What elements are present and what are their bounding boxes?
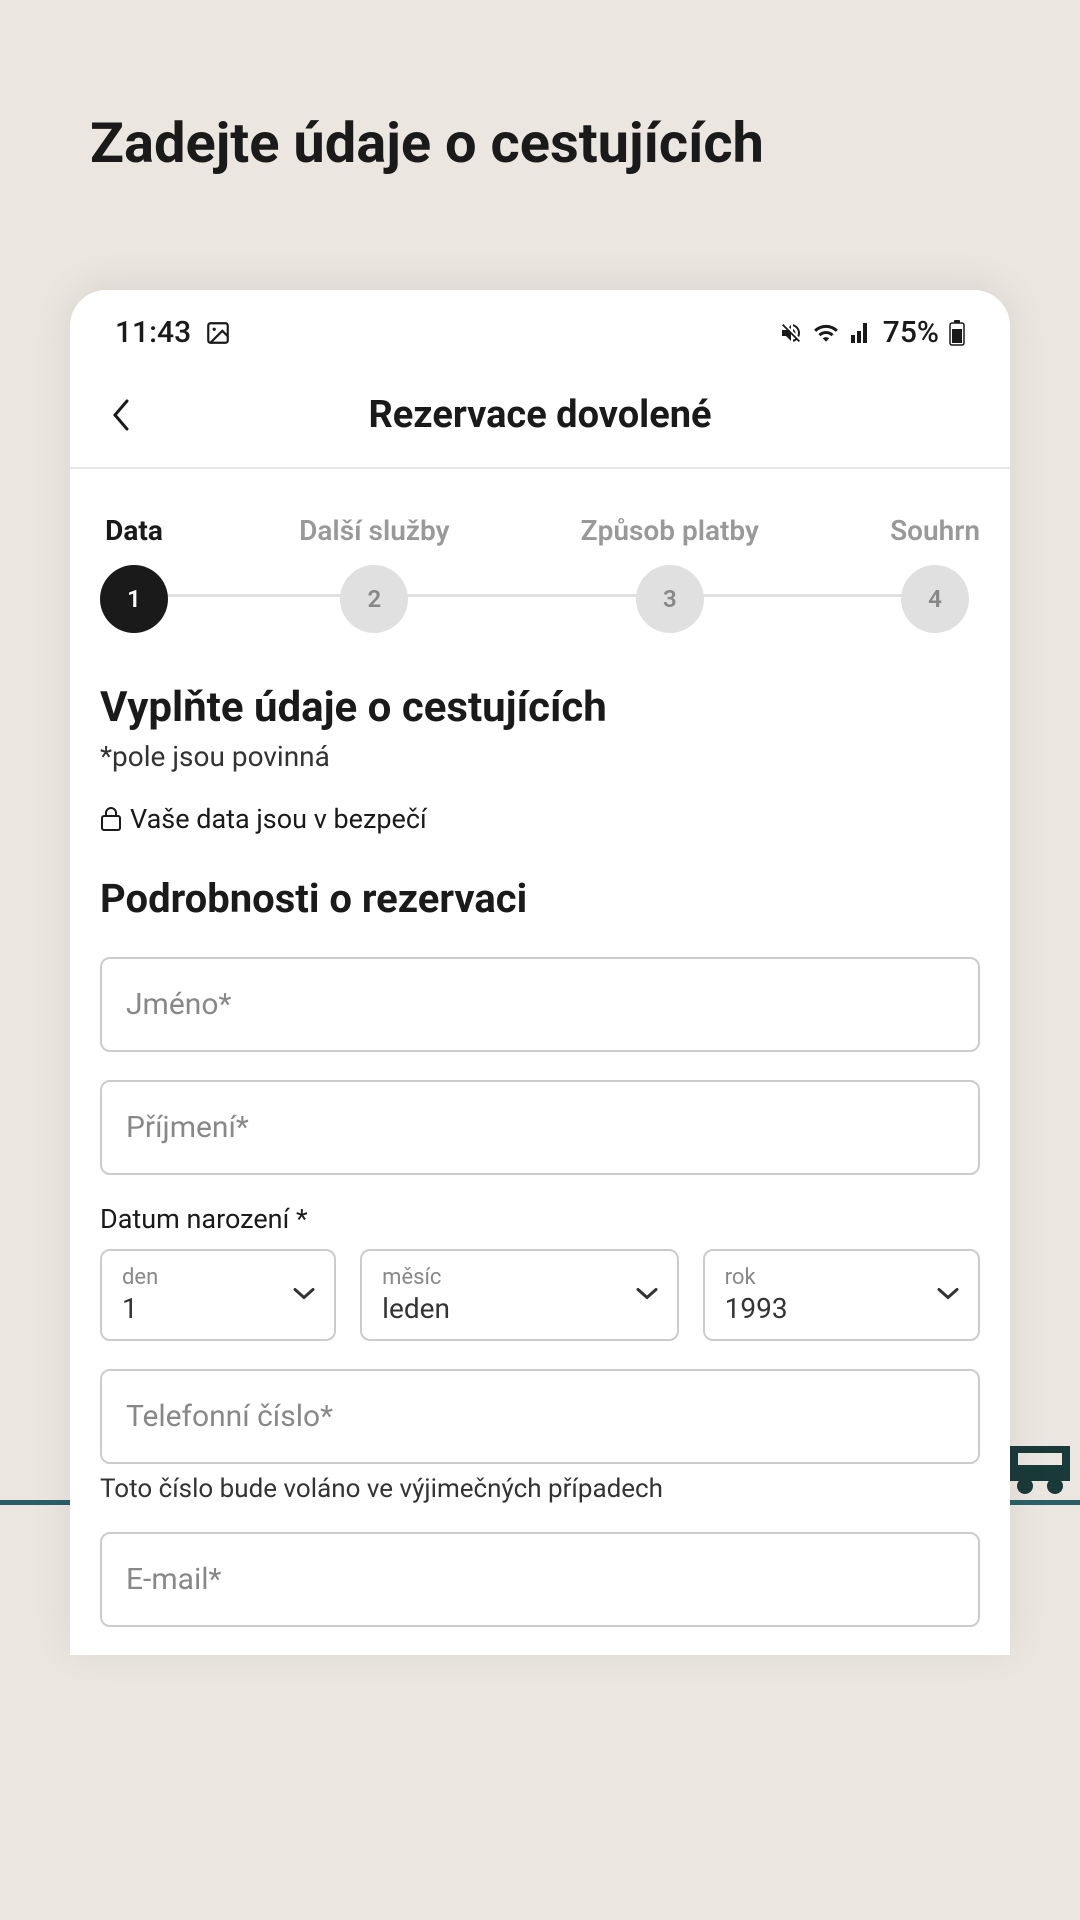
chevron-down-icon xyxy=(936,1286,960,1305)
chevron-down-icon xyxy=(635,1286,659,1305)
select-label: den xyxy=(122,1265,314,1290)
last-name-input[interactable] xyxy=(100,1080,980,1175)
signal-icon xyxy=(849,321,873,345)
year-select[interactable]: rok 1993 xyxy=(703,1249,980,1341)
security-note: Vaše data jsou v bezpečí xyxy=(100,803,980,835)
first-name-input[interactable] xyxy=(100,957,980,1052)
step-label: Souhrn xyxy=(890,514,980,547)
phone-helper: Toto číslo bude voláno ve výjimečných př… xyxy=(100,1474,980,1504)
select-value: leden xyxy=(382,1292,657,1325)
chevron-down-icon xyxy=(292,1286,316,1305)
month-select[interactable]: měsíc leden xyxy=(360,1249,679,1341)
stepper: Data 1 Další služby 2 Způsob platby 3 So… xyxy=(70,469,1010,653)
security-text: Vaše data jsou v bezpečí xyxy=(130,803,427,835)
required-note: *pole jsou povinná xyxy=(100,740,980,773)
select-label: měsíc xyxy=(382,1265,657,1290)
select-label: rok xyxy=(725,1265,958,1290)
select-value: 1993 xyxy=(725,1292,958,1325)
email-input[interactable] xyxy=(100,1532,980,1627)
step-label: Další služby xyxy=(299,514,449,547)
app-header: Rezervace dovolené xyxy=(70,365,1010,469)
battery-icon xyxy=(949,320,965,346)
step-label: Data xyxy=(105,514,163,547)
lock-icon xyxy=(100,806,122,832)
birthdate-label: Datum narození * xyxy=(100,1203,980,1235)
phone-input[interactable] xyxy=(100,1369,980,1464)
form-content: Vyplňte údaje o cestujících *pole jsou p… xyxy=(70,653,1010,1655)
app-title: Rezervace dovolené xyxy=(100,393,980,437)
subsection-title: Podrobnosti o rezervaci xyxy=(100,875,980,922)
wifi-icon xyxy=(813,320,839,346)
battery-percent: 75% xyxy=(883,315,939,350)
step-circle: 3 xyxy=(636,565,704,633)
phone-frame: 11:43 75% Rezervace dovolené xyxy=(70,290,1010,1655)
birthdate-row: den 1 měsíc leden rok 1993 xyxy=(100,1249,980,1341)
select-value: 1 xyxy=(122,1292,314,1325)
chevron-left-icon xyxy=(110,398,130,432)
step-circle: 1 xyxy=(100,565,168,633)
step-circle: 4 xyxy=(901,565,969,633)
step-services[interactable]: Další služby 2 xyxy=(299,514,449,633)
page-title: Zadejte údaje o cestujících xyxy=(0,0,1080,176)
step-circle: 2 xyxy=(340,565,408,633)
image-icon xyxy=(205,320,231,346)
step-data[interactable]: Data 1 xyxy=(100,514,168,633)
step-payment[interactable]: Způsob platby 3 xyxy=(581,514,759,633)
status-time: 11:43 xyxy=(115,315,191,350)
step-label: Způsob platby xyxy=(581,514,759,547)
mute-icon xyxy=(779,321,803,345)
back-button[interactable] xyxy=(100,395,140,435)
stepper-line xyxy=(165,594,915,597)
section-title: Vyplňte údaje o cestujících xyxy=(100,683,980,732)
bus-icon xyxy=(1010,1441,1080,1500)
step-summary[interactable]: Souhrn 4 xyxy=(890,514,980,633)
day-select[interactable]: den 1 xyxy=(100,1249,336,1341)
status-bar: 11:43 75% xyxy=(70,290,1010,365)
